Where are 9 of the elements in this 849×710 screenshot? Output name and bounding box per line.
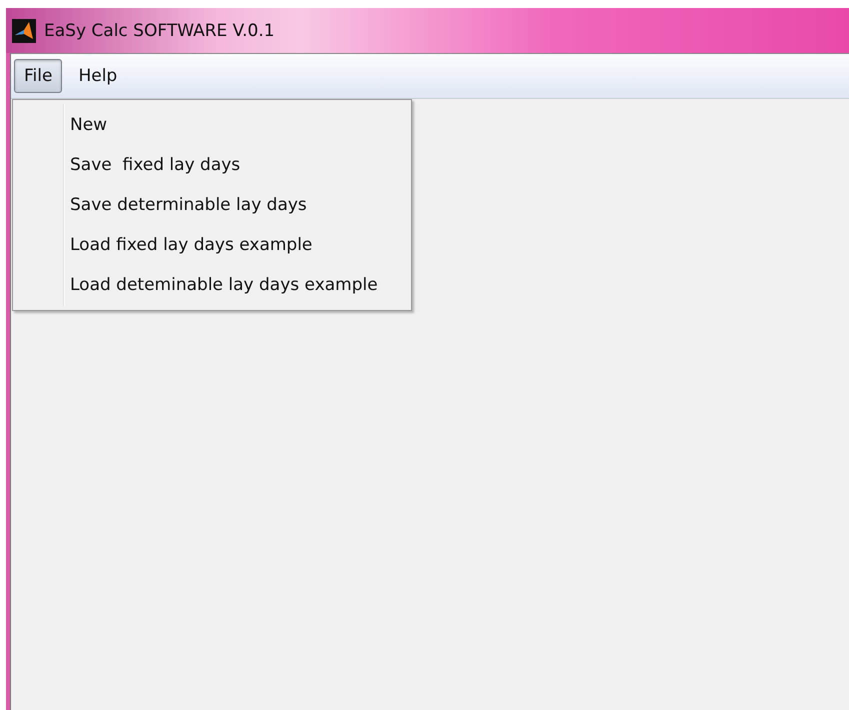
menu-item[interactable]: Help xyxy=(68,59,128,93)
dropdown-item[interactable]: Save determinable lay days xyxy=(13,185,411,225)
window-title: EaSy Calc SOFTWARE V.0.1 xyxy=(44,20,275,40)
dropdown-item[interactable]: Save fixed lay days xyxy=(13,145,411,185)
dropdown-item[interactable]: New xyxy=(13,105,411,145)
menu-item[interactable]: File xyxy=(14,59,62,93)
dropdown-item[interactable]: Load fixed lay days example xyxy=(13,225,411,265)
dropdown-item[interactable]: Load deteminable lay days example xyxy=(13,265,411,305)
app-logo-icon xyxy=(12,18,36,42)
